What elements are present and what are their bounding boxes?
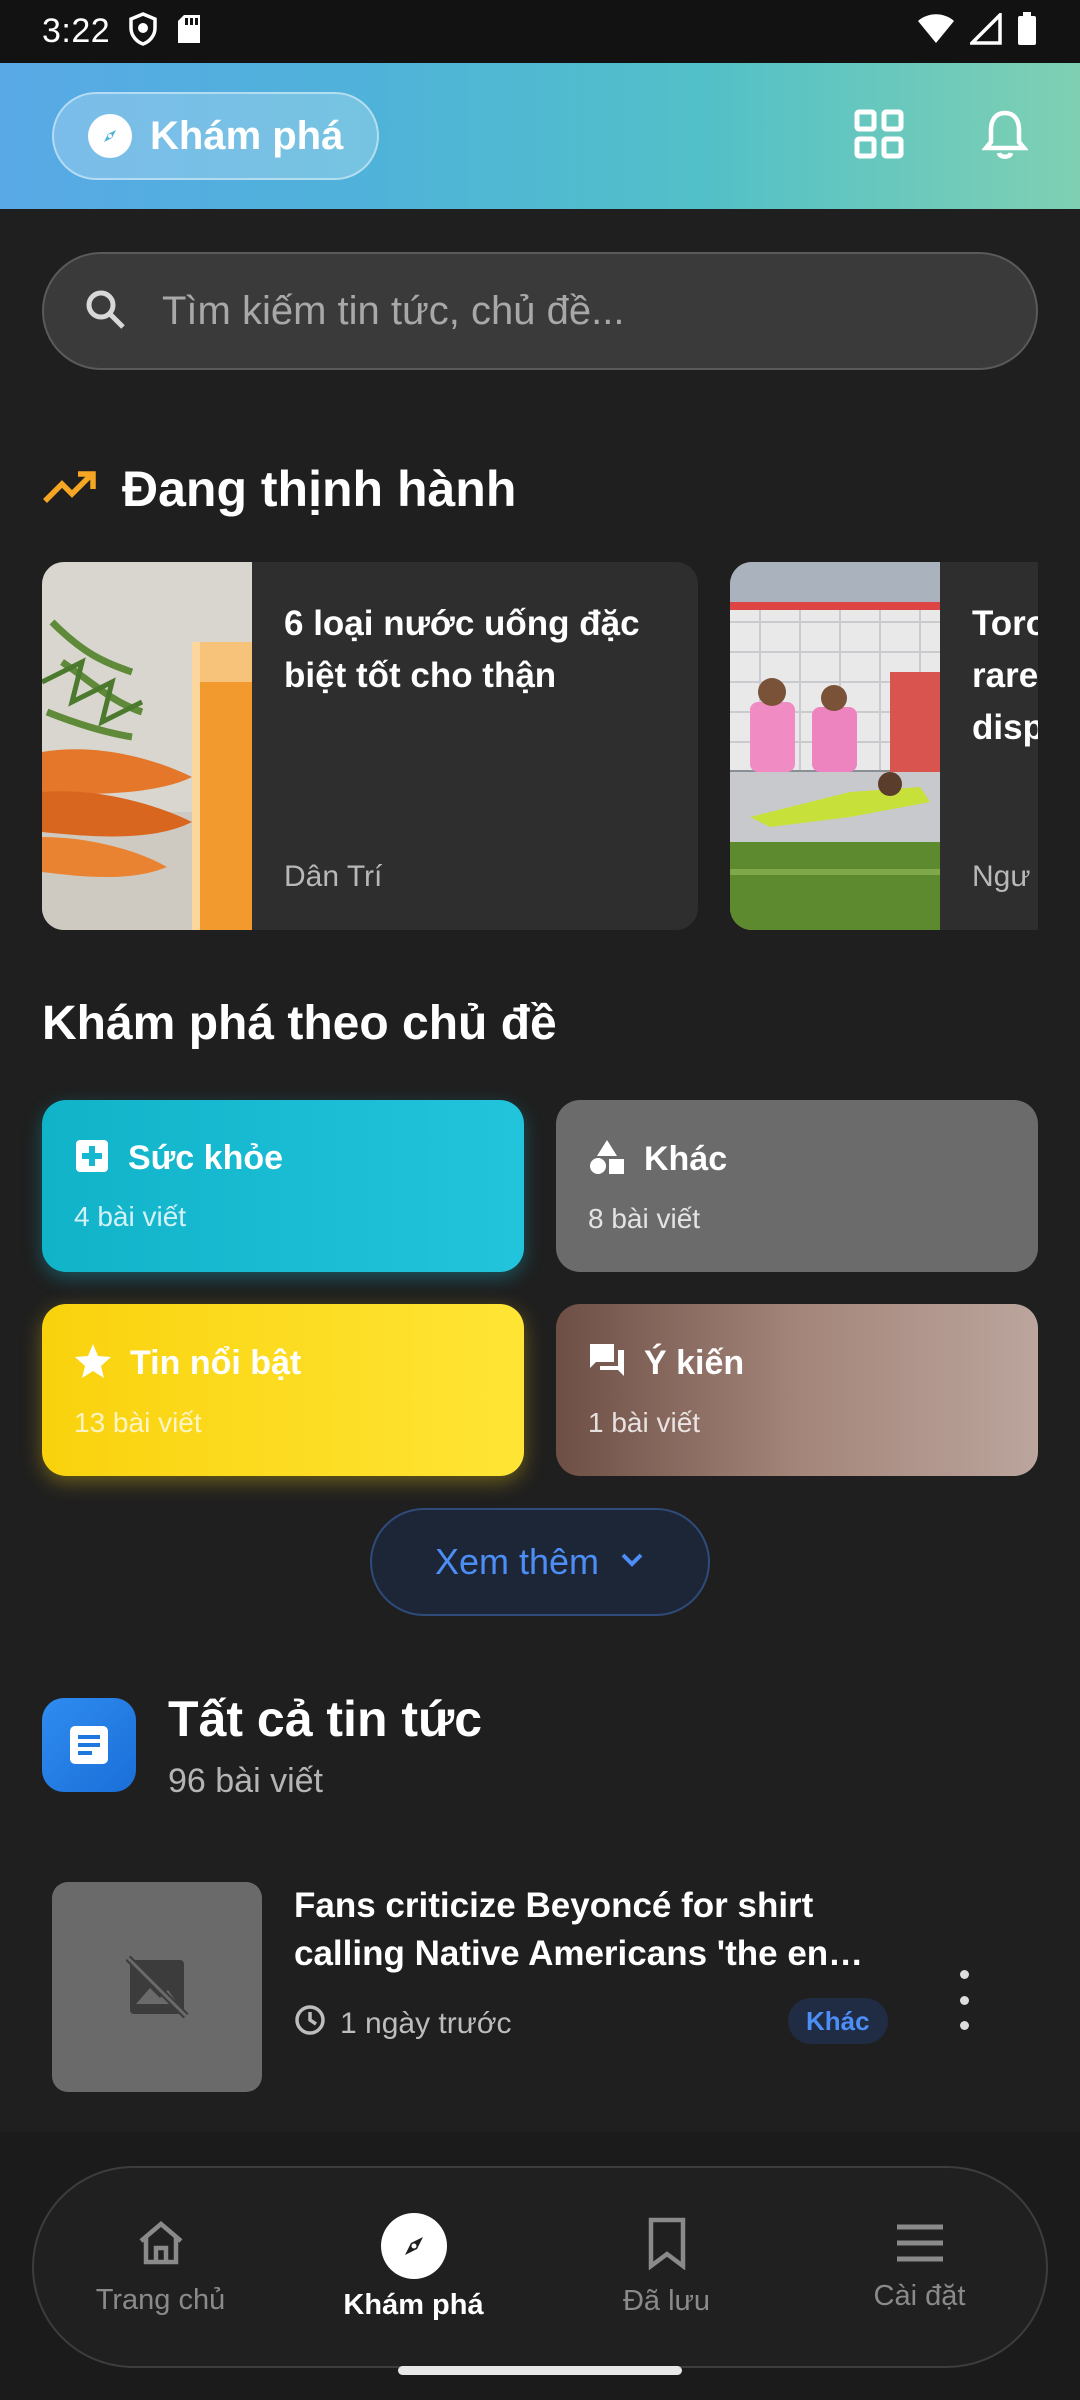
- nav-item-explore[interactable]: Khám phá: [287, 2168, 540, 2366]
- explore-chip[interactable]: Khám phá: [52, 92, 380, 180]
- compass-icon: [380, 2212, 447, 2279]
- trending-card-source: Dân Trí: [284, 860, 383, 893]
- search-bar[interactable]: Tìm kiếm tin tức, chủ đề...: [42, 252, 1038, 370]
- category-badge: Khác: [788, 1998, 888, 2044]
- clock-icon: [294, 2004, 326, 2044]
- topic-label: Khác: [644, 1140, 728, 1178]
- nav-label-settings: Cài đặt: [873, 2280, 966, 2312]
- trending-card[interactable]: 6 loại nước uống đặc biệt tốt cho thận D…: [42, 562, 698, 930]
- search-icon: [84, 288, 126, 335]
- topic-card-featured[interactable]: Tin nổi bật 13 bài viết: [42, 1304, 524, 1476]
- nav-label-home: Trang chủ: [95, 2284, 226, 2316]
- nav-item-saved[interactable]: Đã lưu: [540, 2168, 793, 2366]
- app-header: Khám phá: [0, 63, 1080, 209]
- trending-header: Đang thịnh hành: [42, 460, 516, 518]
- trending-card-title: Toro rare disp: [972, 604, 1038, 747]
- topic-count: 4 bài viết: [74, 1201, 187, 1232]
- topic-count: 8 bài viết: [588, 1203, 701, 1234]
- topics-section-title: Khám phá theo chủ đề: [42, 997, 557, 1050]
- topic-card-opinion[interactable]: Ý kiến 1 bài viết: [556, 1304, 1038, 1476]
- status-time: 3:22: [42, 12, 111, 50]
- topic-count: 1 bài viết: [588, 1407, 701, 1438]
- compass-icon: [88, 114, 132, 158]
- shield-icon: [128, 12, 158, 51]
- news-time: 1 ngày trước: [340, 2007, 512, 2040]
- explore-chip-label: Khám phá: [150, 113, 344, 158]
- bottom-navigation: Trang chủ Khám phá Đã lưu Cài đặt: [32, 2166, 1048, 2368]
- medical-plus-icon: [74, 1138, 110, 1179]
- news-list-item[interactable]: Fans criticize Beyoncé for shirt calling…: [42, 1866, 1038, 2096]
- trending-carousel[interactable]: 6 loại nước uống đặc biệt tốt cho thận D…: [42, 562, 1038, 930]
- image-unavailable-icon: [52, 1882, 262, 2092]
- see-more-button[interactable]: Xem thêm: [370, 1508, 710, 1616]
- news-title: Fans criticize Beyoncé for shirt calling…: [294, 1886, 864, 1973]
- forum-icon: [588, 1342, 626, 1385]
- menu-icon: [894, 2221, 946, 2270]
- grid-view-icon[interactable]: [854, 109, 904, 164]
- topic-card-other[interactable]: Khác 8 bài viết: [556, 1100, 1038, 1272]
- wifi-icon: [916, 13, 956, 50]
- sd-card-icon: [176, 13, 202, 50]
- soccer-thumbnail: [730, 562, 940, 930]
- carrot-juice-thumbnail: [42, 562, 252, 930]
- star-icon: [74, 1342, 112, 1385]
- see-more-label: Xem thêm: [434, 1541, 600, 1582]
- news-meta: 1 ngày trước: [294, 2004, 512, 2044]
- nav-item-settings[interactable]: Cài đặt: [793, 2168, 1046, 2366]
- more-options-icon[interactable]: [952, 1970, 976, 2030]
- cellular-signal-icon: [967, 10, 1002, 50]
- search-input[interactable]: Tìm kiếm tin tức, chủ đề...: [162, 289, 624, 334]
- nav-label-saved: Đã lưu: [622, 2285, 711, 2317]
- notification-bell-icon[interactable]: [981, 108, 1029, 165]
- all-news-count: 96 bài viết: [168, 1762, 323, 1800]
- topic-count: 13 bài viết: [74, 1407, 202, 1438]
- topic-label: Ý kiến: [644, 1344, 745, 1382]
- trending-card[interactable]: Toro rare disp Ngư: [730, 562, 1038, 930]
- nav-label-explore: Khám phá: [343, 2288, 484, 2321]
- home-icon: [135, 2217, 187, 2274]
- all-news-title: Tất cả tin tức: [168, 1691, 483, 1747]
- home-indicator[interactable]: [398, 2366, 682, 2375]
- status-bar: 3:22: [0, 0, 1080, 63]
- chevron-down-icon: [619, 1551, 645, 1574]
- topic-card-health[interactable]: Sức khỏe 4 bài viết: [42, 1100, 524, 1272]
- topic-label: Sức khỏe: [128, 1139, 284, 1177]
- trending-title: Đang thịnh hành: [122, 461, 517, 517]
- trending-up-icon: [42, 469, 98, 510]
- article-icon: [42, 1698, 136, 1792]
- battery-icon: [1016, 12, 1038, 51]
- nav-item-home[interactable]: Trang chủ: [34, 2168, 287, 2366]
- topic-label: Tin nổi bật: [130, 1344, 302, 1382]
- shapes-icon: [588, 1138, 626, 1181]
- bookmark-icon: [645, 2216, 689, 2275]
- trending-card-source: Ngư: [972, 860, 1031, 893]
- trending-card-title: 6 loại nước uống đặc biệt tốt cho thận: [284, 604, 640, 695]
